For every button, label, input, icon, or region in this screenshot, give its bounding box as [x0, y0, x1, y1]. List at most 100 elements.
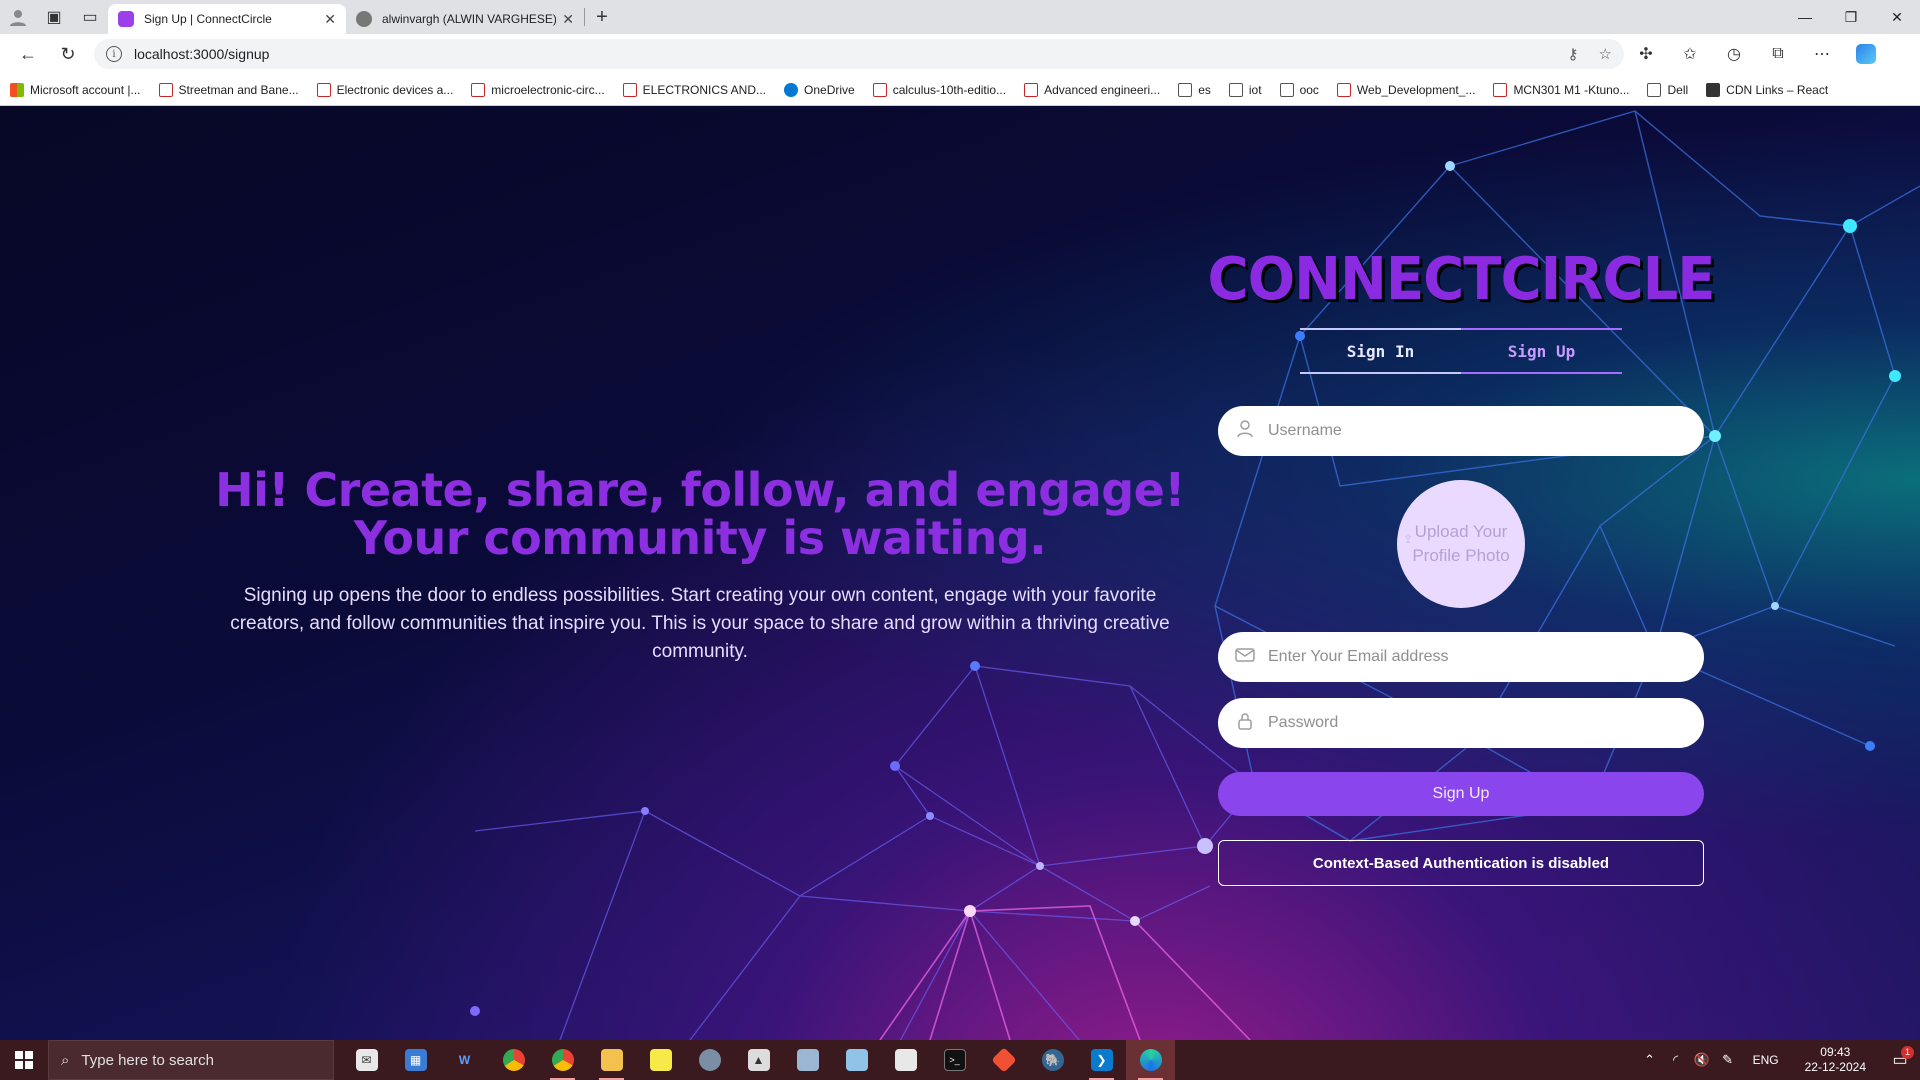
edge-app-icon[interactable] [1126, 1040, 1175, 1080]
history-icon[interactable]: ◷ [1712, 38, 1756, 70]
refresh-button[interactable]: ↻ [48, 38, 88, 70]
workspaces-icon[interactable]: ▣ [36, 0, 72, 34]
restore-icon[interactable]: ❐ [1828, 0, 1874, 34]
bookmark-item[interactable]: Web_Development_... [1336, 82, 1476, 97]
username-field[interactable] [1218, 406, 1704, 456]
password-input[interactable] [1268, 714, 1688, 732]
vscode-app-icon[interactable]: ❯ [1077, 1040, 1126, 1080]
pdf-icon [1336, 82, 1351, 97]
store-app-icon[interactable]: ▦ [391, 1040, 440, 1080]
volume-muted-icon[interactable]: 🔇 [1689, 1052, 1715, 1068]
bookmark-item[interactable]: calculus-10th-editio... [872, 82, 1007, 97]
tab-signup[interactable]: Sign Up | ConnectCircle ✕ [108, 4, 346, 34]
minimize-icon[interactable]: — [1782, 0, 1828, 34]
more-options-icon[interactable]: ⋯ [1800, 38, 1844, 70]
bookmark-label: MCN301 M1 -Ktuno... [1513, 82, 1630, 97]
signup-panel: CONNECTCIRCLE Sign In Sign Up ⇪ Upload Y… [1207, 245, 1716, 886]
bookmark-folder[interactable]: ooc [1279, 82, 1319, 97]
chrome-app-icon[interactable] [489, 1040, 538, 1080]
sign-up-button[interactable]: Sign Up [1218, 772, 1704, 816]
bookmark-item[interactable]: OneDrive [784, 82, 855, 97]
bookmark-item[interactable]: MCN301 M1 -Ktuno... [1493, 82, 1630, 97]
password-field[interactable] [1218, 698, 1704, 748]
bookmark-label: ooc [1299, 82, 1319, 97]
screenshot-icon[interactable]: ⧉ [1756, 38, 1800, 70]
tab-title: Sign Up | ConnectCircle [144, 12, 272, 26]
mail-icon [1234, 647, 1256, 667]
terminal-app-icon[interactable]: >_ [930, 1040, 979, 1080]
mail-app-icon[interactable]: ✉ [342, 1040, 391, 1080]
close-tab-icon[interactable]: ✕ [562, 11, 574, 28]
bookmark-folder[interactable]: es [1178, 82, 1211, 97]
address-bar[interactable]: i localhost:3000/signup ⚷ ☆ [94, 39, 1624, 69]
bookmark-item[interactable]: Advanced engineeri... [1024, 82, 1160, 97]
bookmark-item[interactable]: Microsoft account |... [10, 82, 141, 97]
bookmark-label: iot [1248, 82, 1262, 97]
pdf-icon [1493, 82, 1508, 97]
language-indicator[interactable]: ENG [1753, 1053, 1779, 1067]
copilot-icon[interactable] [1844, 38, 1888, 70]
close-window-icon[interactable]: ✕ [1874, 0, 1920, 34]
wifi-icon[interactable]: ◜ [1663, 1052, 1689, 1068]
back-button[interactable]: ← [8, 38, 48, 70]
pdf-icon [471, 82, 486, 97]
bookmark-item[interactable]: ELECTRONICS AND... [622, 82, 766, 97]
bookmark-label: calculus-10th-editio... [892, 82, 1007, 97]
profile-icon[interactable] [0, 0, 36, 34]
pdf-icon [872, 82, 887, 97]
bookmark-label: Dell [1667, 82, 1689, 97]
key-icon[interactable]: ⚷ [1568, 45, 1579, 63]
favorites-icon[interactable]: ✩ [1668, 38, 1712, 70]
clock-date: 22-12-2024 [1804, 1060, 1866, 1074]
notification-badge: 1 [1901, 1046, 1914, 1059]
new-tab-button[interactable]: + [585, 0, 619, 34]
clock[interactable]: 09:43 22-12-2024 [1805, 1045, 1866, 1075]
sticky-notes-icon[interactable] [636, 1040, 685, 1080]
bookmark-label: es [1198, 82, 1211, 97]
url-text[interactable]: localhost:3000/signup [134, 46, 1548, 62]
notification-center-icon[interactable]: ▭ 1 [1880, 1046, 1920, 1070]
bookmark-item[interactable]: Streetman and Bane... [158, 82, 299, 97]
calculator-app-icon[interactable] [783, 1040, 832, 1080]
window-controls: — ❐ ✕ [1782, 0, 1920, 34]
system-tray: ⌃ ◜ 🔇 ✎ ENG 09:43 22-12-2024 ▭ 1 [1637, 1040, 1920, 1080]
email-input[interactable] [1268, 648, 1688, 666]
extensions-icon[interactable]: ✣ [1624, 38, 1668, 70]
git-app-icon[interactable] [979, 1040, 1028, 1080]
site-info-icon[interactable]: i [106, 46, 122, 62]
chrome-profile-app-icon[interactable] [538, 1040, 587, 1080]
tab-actions-icon[interactable]: ▭ [72, 0, 108, 34]
bookmark-folder[interactable]: Dell [1647, 82, 1689, 97]
windows-start-button[interactable] [0, 1040, 48, 1080]
wps-app-icon[interactable]: W [440, 1040, 489, 1080]
paint-app-icon[interactable] [685, 1040, 734, 1080]
chevron-up-icon[interactable]: ⌃ [1637, 1052, 1663, 1068]
photos-app-icon[interactable]: ▲ [734, 1040, 783, 1080]
pen-icon[interactable]: ✎ [1715, 1052, 1741, 1068]
email-field[interactable] [1218, 632, 1704, 682]
auth-tabs: Sign In Sign Up [1300, 328, 1622, 374]
document-app-icon[interactable] [881, 1040, 930, 1080]
folder-icon [1279, 82, 1294, 97]
notepad-app-icon[interactable] [832, 1040, 881, 1080]
lock-icon [1234, 712, 1256, 735]
bookmark-item[interactable]: microelectronic-circ... [471, 82, 605, 97]
tab-github[interactable]: alwinvargh (ALWIN VARGHESE) ✕ [346, 4, 584, 34]
tab-sign-in[interactable]: Sign In [1300, 328, 1461, 374]
bookmark-label: microelectronic-circ... [491, 82, 605, 97]
hero-description: Signing up opens the door to endless pos… [230, 585, 1170, 662]
username-input[interactable] [1268, 422, 1688, 440]
postgresql-app-icon[interactable]: 🐘 [1028, 1040, 1077, 1080]
bookmark-folder[interactable]: iot [1228, 82, 1262, 97]
browser-tab-bar: ▣ ▭ Sign Up | ConnectCircle ✕ alwinvargh… [0, 0, 1920, 34]
tab-sign-up[interactable]: Sign Up [1461, 328, 1622, 374]
upload-icon: ⇪ [1403, 532, 1414, 546]
taskbar-search-box[interactable]: ⌕ Type here to search [48, 1040, 334, 1080]
bookmark-item[interactable]: Electronic devices a... [316, 82, 453, 97]
close-tab-icon[interactable]: ✕ [324, 11, 336, 28]
upload-profile-photo-button[interactable]: ⇪ Upload Your Profile Photo [1397, 480, 1525, 608]
bookmark-item[interactable]: CDN Links – React [1706, 82, 1828, 97]
file-explorer-icon[interactable] [587, 1040, 636, 1080]
bookmark-label: Web_Development_... [1356, 82, 1476, 97]
favorite-star-icon[interactable]: ☆ [1599, 45, 1612, 63]
